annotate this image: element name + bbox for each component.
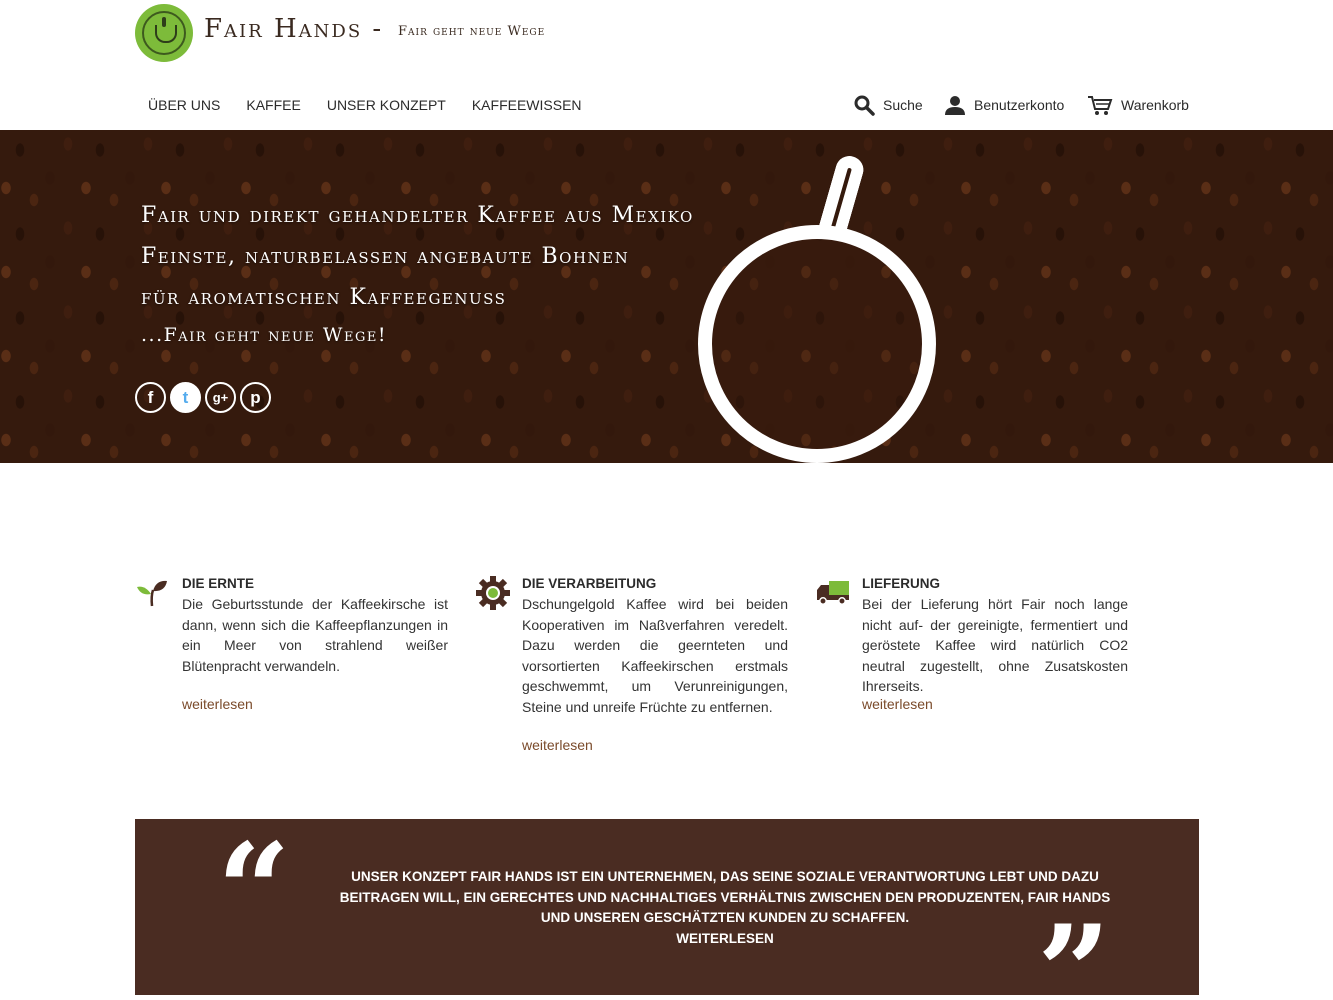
site-header: Fair Hands - Fair geht neue Wege ÜBER UN… bbox=[0, 0, 1333, 130]
feature-title: DIE ERNTE bbox=[182, 576, 255, 591]
read-more-link[interactable]: weiterlesen bbox=[522, 737, 593, 753]
search-label: Suche bbox=[883, 97, 923, 113]
nav-item-unser-konzept[interactable]: UNSER KONZEPT bbox=[327, 97, 446, 113]
gear-icon bbox=[476, 576, 510, 610]
feature-text: Bei der Lieferung hört Fair noch lange n… bbox=[862, 596, 1128, 694]
social-links: f t g+ p bbox=[135, 382, 271, 413]
pinterest-icon[interactable]: p bbox=[240, 382, 271, 413]
quote-read-more-link[interactable]: WEITERLESEN bbox=[325, 929, 1125, 950]
leaf-icon bbox=[137, 580, 167, 607]
nav-item-kaffeewissen[interactable]: KAFFEEWISSEN bbox=[472, 97, 582, 113]
logo[interactable] bbox=[135, 4, 193, 62]
account-label: Benutzerkonto bbox=[974, 97, 1065, 113]
facebook-icon[interactable]: f bbox=[135, 382, 166, 413]
hero-headline-1: Fair und direkt gehandelter Kaffee aus M… bbox=[141, 203, 694, 228]
google-plus-icon[interactable]: g+ bbox=[205, 382, 236, 413]
feature-title: DIE VERARBEITUNG bbox=[522, 576, 657, 591]
feature-text: Dschungelgold Kaffee wird bei beiden Koo… bbox=[522, 596, 788, 715]
concept-quote-box: “ ” Unser Konzept Fair Hands ist ein Unt… bbox=[135, 816, 1199, 1000]
brand-name[interactable]: Fair Hands - bbox=[204, 14, 383, 44]
logo-emblem bbox=[142, 11, 186, 55]
read-more-link[interactable]: weiterlesen bbox=[862, 696, 933, 712]
account-link[interactable]: Benutzerkonto bbox=[944, 94, 1064, 116]
quote-text-block: Unser Konzept Fair Hands ist ein Unterne… bbox=[325, 867, 1125, 949]
search-icon bbox=[854, 95, 875, 116]
hero-headline-4: ...Fair geht neue Wege! bbox=[141, 324, 387, 346]
feature-title: LIEFERUNG bbox=[862, 576, 941, 591]
quote-text: Unser Konzept Fair Hands ist ein Unterne… bbox=[339, 869, 1111, 925]
truck-icon bbox=[817, 581, 849, 605]
hero-headline-3: für aromatischen Kaffeegenuss bbox=[141, 285, 507, 310]
coffee-cup-image bbox=[698, 225, 936, 463]
hero-headline-2: Feinste, naturbelassen angebaute Bohnen bbox=[141, 244, 630, 269]
nav-item-ueber-uns[interactable]: ÜBER UNS bbox=[148, 97, 220, 113]
cart-icon bbox=[1088, 96, 1113, 115]
search-link[interactable]: Suche bbox=[853, 94, 923, 116]
hero-banner: Fair und direkt gehandelter Kaffee aus M… bbox=[0, 130, 1333, 463]
open-quote-icon: “ bbox=[217, 816, 291, 966]
brand-tagline: Fair geht neue Wege bbox=[398, 24, 546, 39]
cart-link[interactable]: Warenkorb bbox=[1087, 94, 1189, 116]
feature-text: Die Geburtsstunde der Kaffeekirsche ist … bbox=[182, 596, 448, 674]
read-more-link[interactable]: weiterlesen bbox=[182, 696, 253, 712]
twitter-icon[interactable]: t bbox=[170, 382, 201, 413]
main-nav: ÜBER UNS KAFFEE UNSER KONZEPT KAFFEEWISS… bbox=[148, 97, 582, 113]
user-icon bbox=[945, 96, 965, 115]
nav-item-kaffee[interactable]: KAFFEE bbox=[246, 97, 300, 113]
cart-label: Warenkorb bbox=[1121, 97, 1189, 113]
